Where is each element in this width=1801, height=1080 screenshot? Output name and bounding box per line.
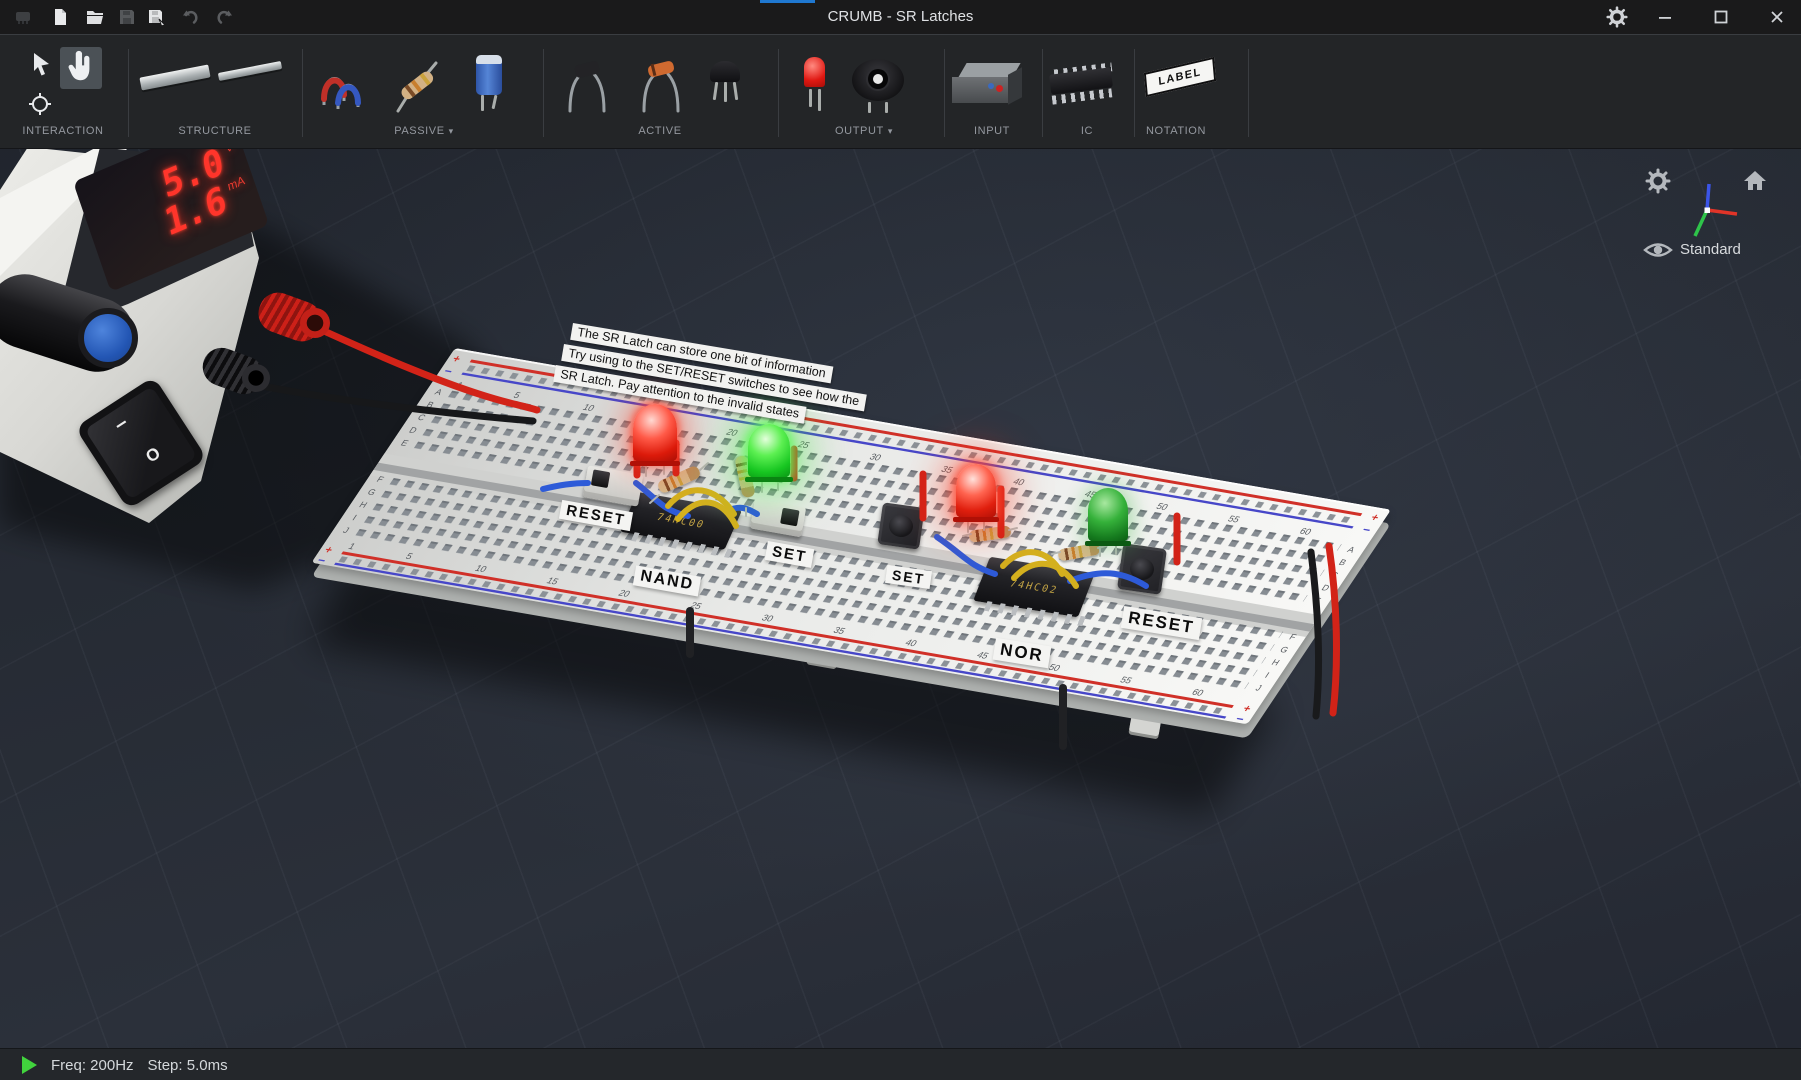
led-flange (745, 477, 793, 482)
led-flange (630, 461, 680, 466)
section-ic: IC (1081, 125, 1093, 137)
hand-tool-icon (60, 47, 102, 89)
palette-diode-black[interactable] (560, 57, 612, 113)
maximize-button[interactable] (1709, 5, 1733, 29)
save-file-icon[interactable] (117, 7, 137, 27)
push-button-cap[interactable] (888, 513, 915, 538)
led-red-nand[interactable] (633, 404, 677, 462)
step-readout: Step: 5.0ms (148, 1057, 228, 1074)
section-input: INPUT (974, 125, 1010, 137)
label-tag-text: LABEL (1144, 57, 1216, 97)
palette-diode-glass[interactable] (634, 55, 686, 113)
palette-jumper-wires[interactable] (312, 57, 376, 115)
crumb-app-window: 1155101015152020252530303535404045455050… (0, 0, 1801, 1080)
led-green-nand[interactable] (748, 424, 790, 478)
probe-tool-crosshair-icon[interactable] (27, 91, 53, 117)
section-interaction: INTERACTION (22, 125, 103, 137)
palette-led[interactable] (800, 55, 830, 113)
section-active: ACTIVE (638, 125, 681, 137)
push-button-cap[interactable] (1129, 556, 1156, 581)
voltage-knob-cap[interactable] (78, 308, 138, 368)
simulation-statusbar: Freq: 200Hz Step: 5.0ms (0, 1048, 1801, 1080)
open-file-icon[interactable] (85, 7, 105, 27)
section-structure: STRUCTURE (178, 125, 251, 137)
palette-transistor[interactable] (704, 57, 748, 113)
app-logo-icon (13, 7, 33, 27)
output-dropdown-arrow[interactable]: ▾ (888, 126, 893, 136)
section-notation: NOTATION (1146, 125, 1206, 137)
ic-74hc00-label: 74HC00 (655, 512, 707, 531)
window-title: CRUMB - SR Latches (0, 0, 1801, 34)
titlebar: CRUMB - SR Latches (0, 0, 1801, 34)
close-button[interactable] (1765, 5, 1789, 29)
scene-settings-gear-icon[interactable] (1645, 168, 1671, 194)
palette-capacitor[interactable] (474, 53, 504, 113)
section-passive: PASSIVE▾ (394, 125, 454, 137)
frequency-readout: Freq: 200Hz (51, 1057, 134, 1074)
redo-icon[interactable] (214, 7, 234, 27)
save-as-icon[interactable] (147, 7, 167, 27)
new-file-icon[interactable] (50, 7, 70, 27)
led-flange (953, 517, 999, 522)
view-mode-label[interactable]: Standard (1680, 241, 1741, 258)
interact-tool-selected[interactable] (60, 47, 102, 89)
scene-3d-viewport[interactable]: 1155101015152020252530303535404045455050… (0, 0, 1801, 1080)
led-red-nor[interactable] (956, 464, 996, 518)
push-button-reset-nor[interactable] (1117, 543, 1167, 595)
push-button-set-nor[interactable] (877, 502, 924, 549)
gear-icon (1606, 6, 1628, 28)
component-toolbar: INTERACTION STRUCTURE PASSI (0, 34, 1801, 148)
undo-icon[interactable] (181, 7, 201, 27)
minimize-button[interactable] (1653, 5, 1677, 29)
slide-switch-knob[interactable] (780, 508, 800, 527)
play-icon[interactable] (22, 1056, 37, 1074)
power-rocker-face[interactable] (85, 386, 198, 500)
ic-74hc02-label: 74HC02 (1008, 578, 1060, 596)
simulation-stats: Freq: 200Hz Step: 5.0ms (51, 1057, 242, 1074)
axis-gizmo[interactable] (1674, 176, 1740, 242)
palette-label-tag[interactable]: LABEL (1144, 59, 1224, 103)
view-mode-eye-icon[interactable] (1643, 240, 1673, 260)
settings-gear-button[interactable] (1605, 5, 1629, 29)
positive-terminal-hole[interactable] (300, 308, 330, 338)
palette-ic-chip[interactable] (1048, 59, 1118, 109)
maximize-icon (1713, 9, 1729, 25)
section-output: OUTPUT▾ (835, 125, 893, 137)
palette-power-supply[interactable] (952, 61, 1026, 109)
negative-terminal-hole[interactable] (242, 364, 270, 392)
palette-breadboard-large[interactable] (139, 64, 210, 90)
select-tool-arrow-icon[interactable] (30, 51, 54, 81)
led-flange (1085, 541, 1131, 546)
slide-switch-knob[interactable] (591, 469, 611, 488)
palette-resistor[interactable] (388, 55, 446, 115)
led-green-nor[interactable] (1088, 488, 1128, 542)
home-view-icon[interactable] (1742, 168, 1768, 194)
palette-breadboard-small[interactable] (218, 61, 282, 81)
minimize-icon (1658, 10, 1672, 24)
power-rocker-switch[interactable]: I O (75, 376, 207, 509)
palette-buzzer[interactable] (852, 59, 908, 115)
close-icon (1769, 9, 1785, 25)
passive-dropdown-arrow[interactable]: ▾ (449, 126, 454, 136)
